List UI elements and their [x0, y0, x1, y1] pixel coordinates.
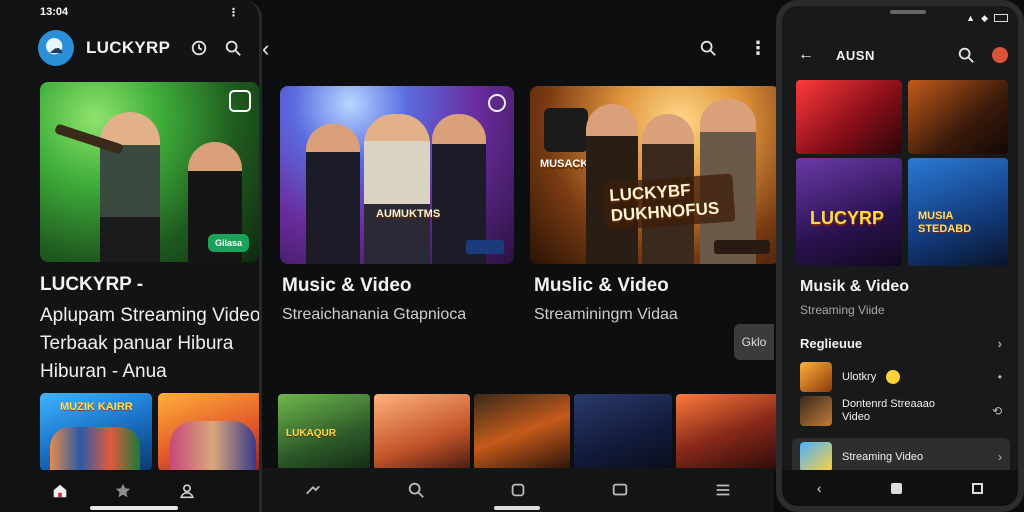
- search-icon[interactable]: [956, 45, 976, 65]
- screen-title: AUSN: [836, 47, 875, 63]
- card-title: Muslic & Video: [534, 275, 669, 296]
- bottom-navigation: [262, 468, 774, 512]
- side-chip-button[interactable]: Gklo: [734, 324, 774, 360]
- dot-icon: •: [997, 370, 1002, 384]
- video-thumbnail[interactable]: [676, 394, 780, 470]
- video-thumbnail[interactable]: [474, 394, 570, 470]
- play-badge[interactable]: Gilasa: [207, 234, 249, 252]
- status-bar: 13:04 ⋮: [40, 6, 239, 20]
- thumbnail-row: LUKAQUR: [278, 394, 780, 470]
- list-item-label: Streaming Video: [842, 451, 924, 463]
- tile-label: MUSIA STEDABD: [918, 210, 972, 235]
- signal-icon: ▲: [966, 13, 976, 23]
- home-icon[interactable]: [50, 481, 70, 501]
- video-thumbnail[interactable]: [374, 394, 470, 470]
- star-icon[interactable]: [113, 481, 133, 501]
- video-tile[interactable]: MUSIA STEDABD: [908, 158, 1008, 266]
- user-icon[interactable]: [177, 481, 197, 501]
- card-subtitle: Streaminingm Vidaa: [534, 306, 678, 323]
- crowd-figures: [170, 421, 256, 471]
- thumbnail-label: MUZIK KAIRR: [60, 401, 133, 413]
- app-title: LUCKYRP: [86, 38, 171, 57]
- video-thumbnail[interactable]: [158, 393, 259, 471]
- select-circle-icon[interactable]: [488, 94, 506, 112]
- performer-figure: [100, 112, 160, 262]
- share-icon[interactable]: [303, 480, 323, 500]
- thumbnail: [800, 362, 832, 392]
- video-tile[interactable]: LUCYRP: [796, 158, 902, 266]
- status-time: 13:04: [40, 6, 69, 18]
- card-title: Music & Video: [282, 275, 412, 296]
- video-card[interactable]: AUMUKTMS: [280, 86, 514, 264]
- system-navigation: ‹: [782, 470, 1018, 506]
- quality-badge: [466, 240, 504, 254]
- back-icon[interactable]: ‹: [817, 480, 822, 496]
- search-icon[interactable]: [698, 38, 718, 58]
- featured-video-card[interactable]: Gilasa: [40, 82, 259, 262]
- video-tile[interactable]: [796, 80, 902, 154]
- home-icon[interactable]: [891, 482, 903, 494]
- home-indicator: [494, 506, 540, 510]
- bottom-navigation: [0, 470, 259, 512]
- card-overlay-title: AUMUKTMS: [376, 208, 441, 220]
- loop-icon[interactable]: ⟲: [992, 404, 1002, 418]
- square-icon[interactable]: [508, 480, 528, 500]
- section-title: Musik & Video: [800, 278, 910, 295]
- media-grid: LUCYRP MUSIA STEDABD: [796, 80, 1008, 266]
- thumbnail-row: MUZIK KAIRR: [40, 393, 259, 471]
- status-bar: ▲ ◆: [782, 12, 1008, 24]
- card-overlay-title: LUCKYBF DUKHNOFUS: [602, 173, 736, 231]
- thumbnail: [800, 442, 832, 472]
- video-thumbnail[interactable]: [574, 394, 672, 470]
- more-options-icon[interactable]: ⋮: [748, 38, 768, 58]
- right-phone-screen: ▲ ◆ ← AUSN LUCYRP MUSIA STEDABD Musik & …: [776, 0, 1024, 512]
- back-arrow-icon[interactable]: ‹: [262, 36, 269, 62]
- avatar[interactable]: [992, 47, 1008, 63]
- search-icon[interactable]: [406, 480, 426, 500]
- thumbnail-label: LUKAQUR: [286, 428, 336, 439]
- crowd-figures: [50, 427, 140, 471]
- section-label: Reglieuue: [800, 336, 863, 351]
- recents-icon[interactable]: [972, 482, 984, 494]
- list-item[interactable]: Dontenrd Streaaao Video ⟲: [800, 396, 1002, 426]
- chevron-right-icon[interactable]: ›: [998, 336, 1002, 351]
- history-icon[interactable]: [189, 38, 209, 58]
- app-logo: ☁: [38, 30, 74, 66]
- quality-badge: [714, 240, 770, 254]
- section-header: Reglieuue ›: [800, 336, 1002, 351]
- list-item-label: Ulotkry: [842, 371, 877, 383]
- home-indicator: [90, 506, 178, 510]
- emoji-icon: [886, 370, 901, 384]
- back-arrow-icon[interactable]: ←: [798, 46, 814, 64]
- app-header: ← AUSN: [798, 42, 1008, 68]
- tv-icon[interactable]: [610, 480, 630, 500]
- menu-icon[interactable]: [713, 480, 733, 500]
- status-dots-icon: ⋮: [228, 7, 239, 19]
- performer-figure: [364, 114, 430, 264]
- list-item[interactable]: Ulotkry •: [800, 362, 1002, 392]
- battery-icon: [994, 14, 1008, 22]
- middle-screen: ‹ ⋮ AUMUKTMS MUSACK LUCKYBF DUKHNOFUS Mu…: [262, 0, 780, 512]
- card-subtitle: Streaichanania Gtapnioca: [282, 306, 467, 323]
- wifi-icon: ◆: [981, 12, 988, 23]
- app-header: ☁ LUCKYRP: [38, 30, 243, 66]
- content-title: LUCKYRP -: [40, 274, 144, 295]
- fullscreen-icon[interactable]: [229, 90, 251, 112]
- content-description: Aplupam Streaming Video Terbaak panuar H…: [40, 305, 261, 382]
- section-subtitle: Streaming Viide: [800, 303, 885, 317]
- chevron-right-icon[interactable]: ›: [998, 450, 1002, 464]
- performer-figure: [306, 124, 360, 264]
- list-item-label: Dontenrd Streaaao Video: [842, 398, 935, 423]
- video-tile[interactable]: [908, 80, 1008, 154]
- card-brand-text: MUSACK: [540, 158, 589, 170]
- brand-logo: [544, 108, 588, 152]
- search-icon[interactable]: [223, 38, 243, 58]
- thumbnail: [800, 396, 832, 426]
- tile-label: LUCYRP: [810, 208, 885, 228]
- video-card[interactable]: MUSACK LUCKYBF DUKHNOFUS: [530, 86, 780, 264]
- video-thumbnail[interactable]: LUKAQUR: [278, 394, 370, 470]
- video-thumbnail[interactable]: MUZIK KAIRR: [40, 393, 152, 471]
- left-phone-screen: 13:04 ⋮ ☁ LUCKYRP Gilasa LUCKYRP - Aplup…: [0, 0, 262, 512]
